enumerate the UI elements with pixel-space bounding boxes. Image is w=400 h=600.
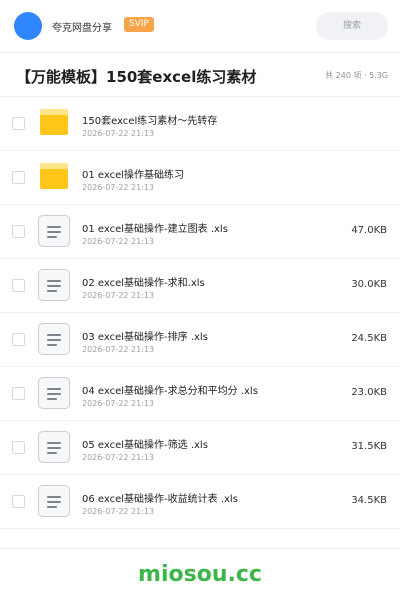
divider [0,548,400,549]
list-item[interactable]: 150套excel练习素材～先转存 2026-07-22 21:13 [0,97,400,151]
list-item[interactable]: 01 excel基础操作-建立图表 .xls 2026-07-22 21:13 47… [0,205,400,259]
file-size: 23.0KB [351,387,387,398]
file-name: 04 excel基础操作-求总分和平均分 .xls [82,386,258,397]
folder-icon [38,107,70,139]
list-item[interactable]: 04 excel基础操作-求总分和平均分 .xls 2026-07-22 21:1… [0,367,400,421]
list-item[interactable]: 02 excel基础操作-求和.xls 2026-07-22 21:13 30.0K… [0,259,400,313]
file-name: 01 excel操作基础练习 [82,170,185,181]
document-icon [38,485,70,517]
folder-icon [38,161,70,193]
file-date: 2026-07-22 21:13 [82,237,155,246]
file-size: 24.5KB [351,333,387,344]
file-name: 02 excel基础操作-求和.xls [82,278,205,289]
file-date: 2026-07-22 21:13 [82,129,155,138]
row-checkbox[interactable] [12,171,25,184]
list-item[interactable]: 06 excel基础操作-收益统计表 .xls 2026-07-22 21:13 3… [0,475,400,529]
avatar[interactable] [14,12,42,40]
row-checkbox[interactable] [12,387,25,400]
file-date: 2026-07-22 21:13 [82,507,155,516]
file-date: 2026-07-22 21:13 [82,453,155,462]
list-item[interactable]: 01 excel操作基础练习 2026-07-22 21:13 [0,151,400,205]
document-icon [38,323,70,355]
svip-badge: SVIP [124,17,154,32]
file-name: 06 excel基础操作-收益统计表 .xls [82,494,238,505]
watermark: miosou.cc [138,562,262,587]
file-name: 05 excel基础操作-筛选 .xls [82,440,208,451]
document-icon [38,269,70,301]
folder-meta: 共 240 项 · 5.3G [325,71,388,80]
row-checkbox[interactable] [12,495,25,508]
document-icon [38,215,70,247]
share-title: 夸克网盘分享 [52,23,112,34]
divider [0,52,400,53]
file-name: 01 excel基础操作-建立图表 .xls [82,224,228,235]
file-size: 47.0KB [351,225,387,236]
file-name: 03 excel基础操作-排序 .xls [82,332,208,343]
list-item[interactable]: 05 excel基础操作-筛选 .xls 2026-07-22 21:13 31.5… [0,421,400,475]
file-list: 150套excel练习素材～先转存 2026-07-22 21:13 01 exce… [0,97,400,529]
row-checkbox[interactable] [12,441,25,454]
row-checkbox[interactable] [12,117,25,130]
list-item[interactable]: 03 excel基础操作-排序 .xls 2026-07-22 21:13 24.5… [0,313,400,367]
document-icon [38,431,70,463]
file-date: 2026-07-22 21:13 [82,291,155,300]
file-size: 31.5KB [351,441,387,452]
file-date: 2026-07-22 21:13 [82,345,155,354]
search-input[interactable]: 搜索 [316,12,388,40]
row-checkbox[interactable] [12,279,25,292]
file-name: 150套excel练习素材～先转存 [82,116,218,127]
file-size: 30.0KB [351,279,387,290]
file-date: 2026-07-22 21:13 [82,399,155,408]
document-icon [38,377,70,409]
top-bar: 夸克网盘分享 SVIP 搜索 [0,0,400,52]
file-date: 2026-07-22 21:13 [82,183,155,192]
row-checkbox[interactable] [12,333,25,346]
file-size: 34.5KB [351,495,387,506]
page-title: 【万能模板】150套excel练习素材 [16,68,257,86]
row-checkbox[interactable] [12,225,25,238]
